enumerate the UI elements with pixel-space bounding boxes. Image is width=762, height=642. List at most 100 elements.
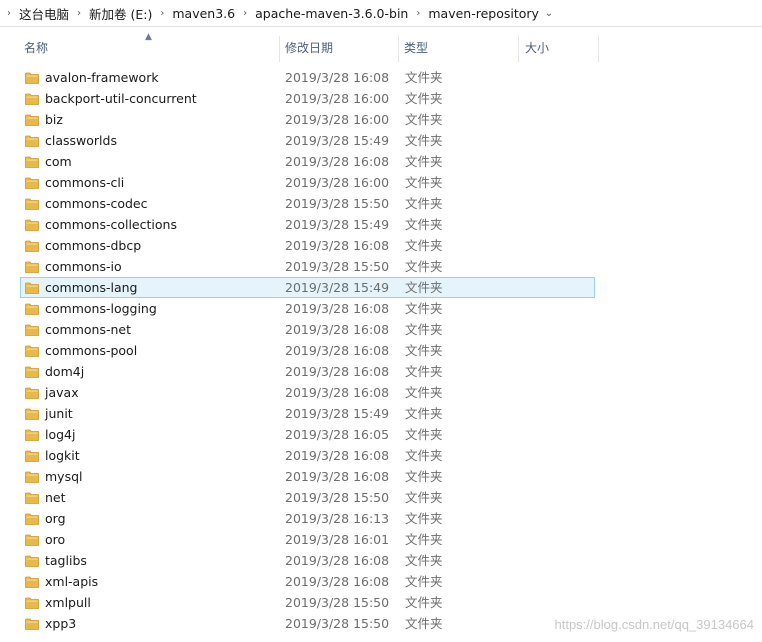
- file-date: 2019/3/28 16:08: [285, 574, 390, 589]
- folder-icon: [25, 72, 39, 84]
- file-name: backport-util-concurrent: [45, 91, 197, 106]
- file-row[interactable]: backport-util-concurrent 2019/3/28 16:00 文…: [20, 88, 595, 109]
- column-name[interactable]: 名称: [24, 28, 278, 66]
- watermark: https://blog.csdn.net/qq_39134664: [554, 617, 755, 632]
- file-type: 文件夹: [405, 133, 443, 148]
- file-row[interactable]: log4j 2019/3/28 16:05 文件夹: [20, 424, 595, 445]
- column-divider[interactable]: [279, 36, 280, 62]
- file-date: 2019/3/28 16:01: [285, 532, 390, 547]
- folder-icon: [25, 198, 39, 210]
- folder-icon: [25, 156, 39, 168]
- file-name: avalon-framework: [45, 70, 159, 85]
- file-name: commons-codec: [45, 196, 148, 211]
- file-type: 文件夹: [405, 91, 443, 106]
- file-name: commons-cli: [45, 175, 125, 190]
- file-name: com: [45, 154, 72, 169]
- file-type: 文件夹: [405, 427, 443, 442]
- file-row[interactable]: biz 2019/3/28 16:00 文件夹: [20, 109, 595, 130]
- chevron-right-icon[interactable]: ›: [155, 8, 169, 19]
- folder-icon: [25, 387, 39, 399]
- file-date: 2019/3/28 15:50: [285, 595, 390, 610]
- breadcrumb-maven[interactable]: maven3.6: [169, 6, 238, 21]
- file-date: 2019/3/28 15:49: [285, 133, 390, 148]
- file-row[interactable]: xml-apis 2019/3/28 16:08 文件夹: [20, 571, 595, 592]
- file-type: 文件夹: [405, 175, 443, 190]
- file-date: 2019/3/28 16:08: [285, 385, 390, 400]
- file-date: 2019/3/28 16:05: [285, 427, 390, 442]
- file-name: logkit: [45, 448, 80, 463]
- column-header: ▲ 名称 修改日期 类型 大小: [0, 28, 762, 66]
- file-name: commons-logging: [45, 301, 157, 316]
- file-type: 文件夹: [405, 364, 443, 379]
- folder-icon: [25, 555, 39, 567]
- file-row[interactable]: dom4j 2019/3/28 16:08 文件夹: [20, 361, 595, 382]
- file-date: 2019/3/28 16:08: [285, 343, 390, 358]
- file-row[interactable]: javax 2019/3/28 16:08 文件夹: [20, 382, 595, 403]
- folder-icon: [25, 450, 39, 462]
- file-row[interactable]: org 2019/3/28 16:13 文件夹: [20, 508, 595, 529]
- file-row[interactable]: logkit 2019/3/28 16:08 文件夹: [20, 445, 595, 466]
- file-name: commons-pool: [45, 343, 138, 358]
- chevron-down-icon[interactable]: ⌄: [542, 8, 556, 19]
- file-row[interactable]: avalon-framework 2019/3/28 16:08 文件夹: [20, 67, 595, 88]
- file-row[interactable]: commons-io 2019/3/28 15:50 文件夹: [20, 256, 595, 277]
- file-type: 文件夹: [405, 385, 443, 400]
- file-date: 2019/3/28 15:49: [285, 280, 390, 295]
- breadcrumb-drive[interactable]: 新加卷 (E:): [86, 4, 155, 23]
- column-date[interactable]: 修改日期: [285, 28, 397, 66]
- file-row[interactable]: mysql 2019/3/28 16:08 文件夹: [20, 466, 595, 487]
- file-name: commons-io: [45, 259, 122, 274]
- file-row[interactable]: commons-pool 2019/3/28 16:08 文件夹: [20, 340, 595, 361]
- folder-icon: [25, 177, 39, 189]
- folder-icon: [25, 219, 39, 231]
- address-bar[interactable]: › 这台电脑 › 新加卷 (E:) › maven3.6 › apache-ma…: [0, 0, 762, 27]
- chevron-right-icon[interactable]: ›: [238, 8, 252, 19]
- file-row[interactable]: commons-codec 2019/3/28 15:50 文件夹: [20, 193, 595, 214]
- file-date: 2019/3/28 15:50: [285, 259, 390, 274]
- file-type: 文件夹: [405, 196, 443, 211]
- file-row[interactable]: classworlds 2019/3/28 15:49 文件夹: [20, 130, 595, 151]
- breadcrumb-repository[interactable]: maven-repository: [425, 6, 542, 21]
- file-row[interactable]: net 2019/3/28 15:50 文件夹: [20, 487, 595, 508]
- file-date: 2019/3/28 16:00: [285, 91, 390, 106]
- breadcrumb-this-pc[interactable]: 这台电脑: [16, 4, 72, 23]
- file-date: 2019/3/28 16:08: [285, 322, 390, 337]
- file-type: 文件夹: [405, 280, 443, 295]
- folder-icon: [25, 471, 39, 483]
- file-type: 文件夹: [405, 595, 443, 610]
- folder-icon: [25, 282, 39, 294]
- file-row[interactable]: commons-logging 2019/3/28 16:08 文件夹: [20, 298, 595, 319]
- file-row[interactable]: commons-lang 2019/3/28 15:49 文件夹: [20, 277, 595, 298]
- breadcrumb-maven-bin[interactable]: apache-maven-3.6.0-bin: [252, 6, 411, 21]
- file-row[interactable]: commons-net 2019/3/28 16:08 文件夹: [20, 319, 595, 340]
- folder-icon: [25, 492, 39, 504]
- folder-icon: [25, 429, 39, 441]
- file-row[interactable]: junit 2019/3/28 15:49 文件夹: [20, 403, 595, 424]
- file-type: 文件夹: [405, 616, 443, 631]
- file-name: commons-collections: [45, 217, 177, 232]
- column-divider[interactable]: [398, 36, 399, 62]
- column-size[interactable]: 大小: [525, 28, 595, 66]
- file-type: 文件夹: [405, 154, 443, 169]
- file-date: 2019/3/28 15:50: [285, 490, 390, 505]
- file-date: 2019/3/28 16:08: [285, 238, 390, 253]
- file-row[interactable]: commons-dbcp 2019/3/28 16:08 文件夹: [20, 235, 595, 256]
- chevron-right-icon[interactable]: ›: [2, 8, 16, 19]
- column-divider[interactable]: [518, 36, 519, 62]
- folder-icon: [25, 513, 39, 525]
- folder-icon: [25, 114, 39, 126]
- file-date: 2019/3/28 16:08: [285, 364, 390, 379]
- file-name: net: [45, 490, 66, 505]
- file-row[interactable]: taglibs 2019/3/28 16:08 文件夹: [20, 550, 595, 571]
- file-row[interactable]: xpp3 2019/3/28 15:50 文件夹: [20, 613, 595, 634]
- file-row[interactable]: commons-cli 2019/3/28 16:00 文件夹: [20, 172, 595, 193]
- column-divider[interactable]: [598, 36, 599, 62]
- file-row[interactable]: com 2019/3/28 16:08 文件夹: [20, 151, 595, 172]
- chevron-right-icon[interactable]: ›: [72, 8, 86, 19]
- column-type[interactable]: 类型: [404, 28, 514, 66]
- file-row[interactable]: commons-collections 2019/3/28 15:49 文件夹: [20, 214, 595, 235]
- file-row[interactable]: oro 2019/3/28 16:01 文件夹: [20, 529, 595, 550]
- file-type: 文件夹: [405, 511, 443, 526]
- file-row[interactable]: xmlpull 2019/3/28 15:50 文件夹: [20, 592, 595, 613]
- chevron-right-icon[interactable]: ›: [411, 8, 425, 19]
